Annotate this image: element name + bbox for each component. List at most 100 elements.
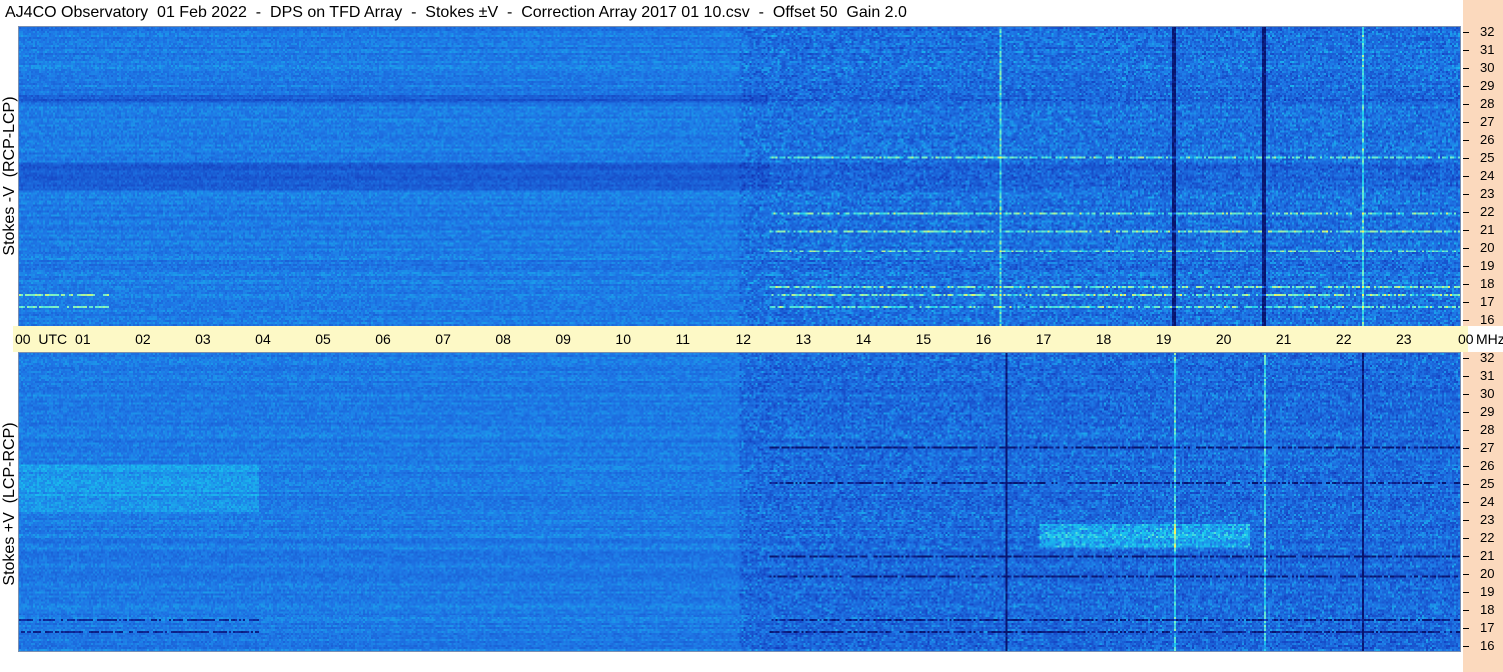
freq-tick-label: 29: [1480, 78, 1495, 93]
time-tick-label: 01: [75, 331, 91, 347]
freq-tick-label: 30: [1480, 386, 1495, 401]
freq-unit-label: MHz: [1476, 331, 1503, 347]
freq-tick-mark: [1463, 412, 1469, 413]
freq-tick-label: 31: [1480, 42, 1495, 57]
time-tick-label: 12: [735, 331, 752, 347]
freq-tick-label: 19: [1480, 584, 1495, 599]
time-tick-label: 13: [795, 331, 812, 347]
freq-tick-mark: [1463, 32, 1469, 33]
freq-tick-label: 24: [1480, 168, 1495, 183]
bottom-freq-axis: 32 31 30 29 28 27 26 25 24 23 22 21 20 19 18 17 16: [1463, 350, 1503, 672]
freq-tick-label: 31: [1480, 368, 1495, 383]
corner-strip: [1463, 0, 1503, 26]
time-tick-label: 21: [1275, 331, 1292, 347]
time-tick-label: 08: [495, 331, 511, 347]
time-tick-label: 23: [1395, 331, 1412, 347]
freq-tick-mark: [1463, 520, 1469, 521]
freq-tick-mark: [1463, 394, 1469, 395]
freq-tick-label: 18: [1480, 602, 1495, 617]
freq-tick-mark: [1463, 484, 1469, 485]
chart-title: AJ4CO Observatory 01 Feb 2022 - DPS on T…: [5, 4, 907, 21]
freq-tick-label: 18: [1480, 276, 1495, 291]
freq-tick-label: 27: [1480, 114, 1495, 129]
freq-tick-mark: [1463, 140, 1469, 141]
time-tick-label: 14: [855, 331, 872, 347]
freq-tick-label: 21: [1480, 222, 1495, 237]
time-tick-label: 16: [975, 331, 992, 347]
freq-tick-mark: [1463, 176, 1469, 177]
freq-tick-mark: [1463, 610, 1469, 611]
freq-tick-mark: [1463, 266, 1469, 267]
freq-tick-label: 17: [1480, 294, 1495, 309]
freq-tick-label: 32: [1480, 350, 1495, 365]
time-tick-label: 07: [435, 331, 451, 347]
freq-tick-mark: [1463, 86, 1469, 87]
freq-tick-label: 16: [1480, 312, 1495, 327]
freq-tick-label: 28: [1480, 96, 1495, 111]
freq-tick-mark: [1463, 122, 1469, 123]
freq-tick-mark: [1463, 358, 1469, 359]
freq-tick-mark: [1463, 556, 1469, 557]
time-tick-label: 06: [375, 331, 391, 347]
time-tick-label: 09: [555, 331, 571, 347]
freq-tick-label: 16: [1480, 638, 1495, 653]
freq-tick-mark: [1463, 68, 1469, 69]
freq-tick-label: 27: [1480, 440, 1495, 455]
freq-tick-label: 25: [1480, 150, 1495, 165]
time-tick-label: 11: [675, 331, 690, 347]
freq-tick-mark: [1463, 592, 1469, 593]
time-tick-label: 10: [615, 331, 631, 347]
freq-tick-mark: [1463, 646, 1469, 647]
freq-tick-mark: [1463, 430, 1469, 431]
time-tick-label: 00: [1458, 331, 1474, 347]
time-tick-label: 18: [1095, 331, 1112, 347]
freq-tick-label: 29: [1480, 404, 1495, 419]
top-freq-axis: 32 31 30 29 28 27 26 25 24 23 22 21 20 19 18 17 16: [1463, 24, 1503, 327]
freq-tick-mark: [1463, 248, 1469, 249]
freq-tick-mark: [1463, 230, 1469, 231]
freq-tick-label: 28: [1480, 422, 1495, 437]
time-tick-label: 22: [1335, 331, 1352, 347]
time-tick-label: 02: [135, 331, 151, 347]
freq-tick-label: 22: [1480, 204, 1495, 219]
freq-tick-mark: [1463, 158, 1469, 159]
freq-tick-mark: [1463, 302, 1469, 303]
time-axis: 00 UTC 01 02 03 04 05 06 07 08 09 10 11 12 13 14 15 16 17…: [13, 326, 1503, 352]
freq-tick-label: 23: [1480, 512, 1495, 527]
time-tick-label: 05: [315, 331, 331, 347]
title-bar: AJ4CO Observatory 01 Feb 2022 - DPS on T…: [0, 0, 1463, 26]
freq-tick-mark: [1463, 502, 1469, 503]
time-tick-label: 15: [915, 331, 932, 347]
freq-tick-mark: [1463, 284, 1469, 285]
top-spectrogram: [19, 27, 1460, 326]
freq-tick-label: 17: [1480, 620, 1495, 635]
bottom-spectrogram: [19, 353, 1460, 651]
top-panel-ylabel: Stokes -V (RCP-LCP): [1, 96, 18, 256]
freq-tick-mark: [1463, 628, 1469, 629]
freq-tick-label: 20: [1480, 240, 1495, 255]
freq-tick-mark: [1463, 448, 1469, 449]
freq-tick-label: 23: [1480, 186, 1495, 201]
bottom-panel-ylabel: Stokes +V (LCP-RCP): [1, 422, 18, 586]
freq-tick-label: 20: [1480, 566, 1495, 581]
freq-tick-label: 22: [1480, 530, 1495, 545]
freq-tick-mark: [1463, 574, 1469, 575]
freq-tick-mark: [1463, 320, 1469, 321]
freq-tick-mark: [1463, 376, 1469, 377]
freq-tick-mark: [1463, 466, 1469, 467]
time-tick-label: 03: [195, 331, 211, 347]
freq-tick-label: 26: [1480, 132, 1495, 147]
freq-tick-label: 32: [1480, 24, 1495, 39]
freq-tick-label: 19: [1480, 258, 1495, 273]
freq-tick-label: 24: [1480, 494, 1495, 509]
freq-tick-label: 21: [1480, 548, 1495, 563]
time-tick-label: 17: [1035, 331, 1052, 347]
freq-tick-mark: [1463, 50, 1469, 51]
freq-tick-mark: [1463, 538, 1469, 539]
time-tick-label: 04: [255, 331, 271, 347]
time-tick-label: 00 UTC: [15, 331, 68, 347]
freq-tick-label: 25: [1480, 476, 1495, 491]
freq-tick-label: 30: [1480, 60, 1495, 75]
time-tick-label: 19: [1155, 331, 1172, 347]
freq-tick-mark: [1463, 104, 1469, 105]
